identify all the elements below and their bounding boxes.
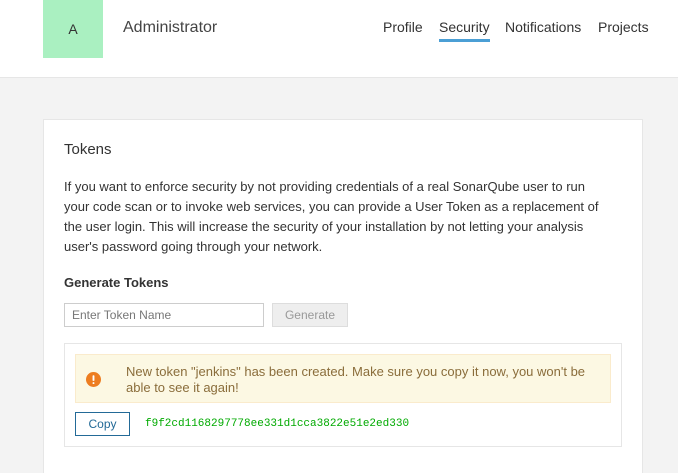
generate-button[interactable]: Generate — [272, 303, 348, 327]
tokens-card: Tokens If you want to enforce security b… — [43, 119, 643, 473]
token-name-input[interactable] — [64, 303, 264, 327]
copy-button[interactable]: Copy — [75, 412, 130, 436]
tokens-description: If you want to enforce security by not p… — [64, 179, 599, 254]
page-header: A Administrator Profile Security Notific… — [0, 0, 678, 78]
token-created-alert: New token "jenkins" has been created. Ma… — [75, 354, 611, 403]
tab-notifications[interactable]: Notifications — [505, 19, 581, 35]
tab-security[interactable]: Security — [439, 19, 490, 42]
account-nav: Profile Security Notifications Projects — [0, 19, 678, 43]
token-value: f9f2cd1168297778ee331d1cca3822e51e2ed330 — [145, 418, 410, 430]
warning-circle-icon — [86, 372, 101, 387]
tab-profile[interactable]: Profile — [383, 19, 423, 35]
tokens-title: Tokens — [64, 141, 112, 158]
new-token-box: New token "jenkins" has been created. Ma… — [64, 343, 622, 447]
generate-tokens-title: Generate Tokens — [64, 275, 169, 290]
alert-message: New token "jenkins" has been created. Ma… — [126, 364, 586, 395]
tab-projects[interactable]: Projects — [598, 19, 649, 35]
